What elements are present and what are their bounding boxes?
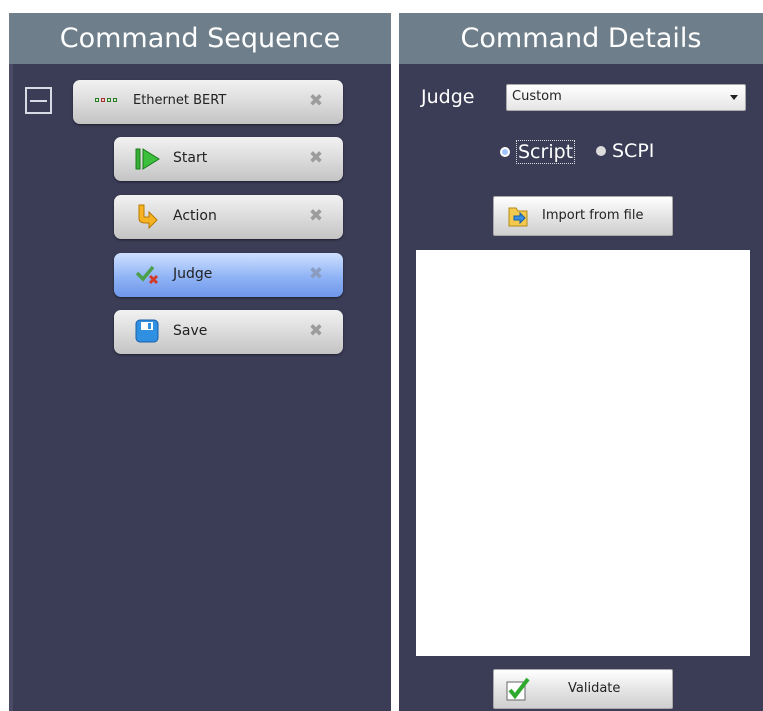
- sequence-item-label: Judge: [173, 266, 213, 282]
- import-from-file-button[interactable]: Import from file: [493, 196, 673, 236]
- folder-import-icon: [507, 204, 529, 228]
- validate-button[interactable]: Validate: [493, 669, 673, 709]
- radio-checked-icon: [500, 147, 510, 157]
- checkbox-check-icon: [505, 676, 531, 702]
- remove-icon[interactable]: ✖: [307, 207, 325, 225]
- sequence-item-start[interactable]: Start ✖: [114, 137, 343, 181]
- status-dots-icon: [95, 98, 117, 102]
- script-editor[interactable]: [416, 250, 750, 656]
- panel-edge: [9, 64, 13, 711]
- sequence-item-label: Start: [173, 150, 208, 166]
- sequence-item-action[interactable]: Action ✖: [114, 195, 343, 239]
- sequence-root-ethernet-bert[interactable]: Ethernet BERT ✖: [73, 80, 343, 124]
- validate-label: Validate: [568, 681, 621, 696]
- check-x-icon: [135, 264, 161, 286]
- remove-icon[interactable]: ✖: [307, 149, 325, 167]
- collapse-toggle[interactable]: [25, 87, 52, 114]
- judge-label: Judge: [421, 86, 475, 108]
- play-icon: [135, 147, 161, 171]
- judge-dropdown-value: Custom: [512, 89, 562, 104]
- command-sequence-header: Command Sequence: [9, 13, 391, 64]
- radio-script[interactable]: Script: [500, 140, 576, 164]
- judge-dropdown[interactable]: Custom: [506, 84, 746, 111]
- sequence-item-save[interactable]: Save ✖: [114, 310, 343, 354]
- radio-scpi[interactable]: SCPI: [596, 140, 654, 162]
- radio-scpi-label: SCPI: [612, 140, 655, 162]
- sequence-item-label: Action: [173, 208, 217, 224]
- remove-icon[interactable]: ✖: [307, 265, 325, 283]
- command-details-header: Command Details: [399, 13, 763, 64]
- sequence-root-label: Ethernet BERT: [133, 93, 227, 108]
- remove-icon[interactable]: ✖: [307, 322, 325, 340]
- import-from-file-label: Import from file: [542, 208, 644, 223]
- floppy-icon: [135, 319, 159, 343]
- sequence-item-judge[interactable]: Judge ✖: [114, 253, 343, 297]
- remove-icon[interactable]: ✖: [307, 92, 325, 110]
- sequence-item-label: Save: [173, 323, 208, 339]
- chevron-down-icon: [730, 95, 738, 100]
- arrow-icon: [135, 204, 159, 230]
- radio-unchecked-icon: [596, 146, 606, 156]
- minus-icon: [30, 100, 47, 102]
- radio-script-label: Script: [516, 140, 576, 164]
